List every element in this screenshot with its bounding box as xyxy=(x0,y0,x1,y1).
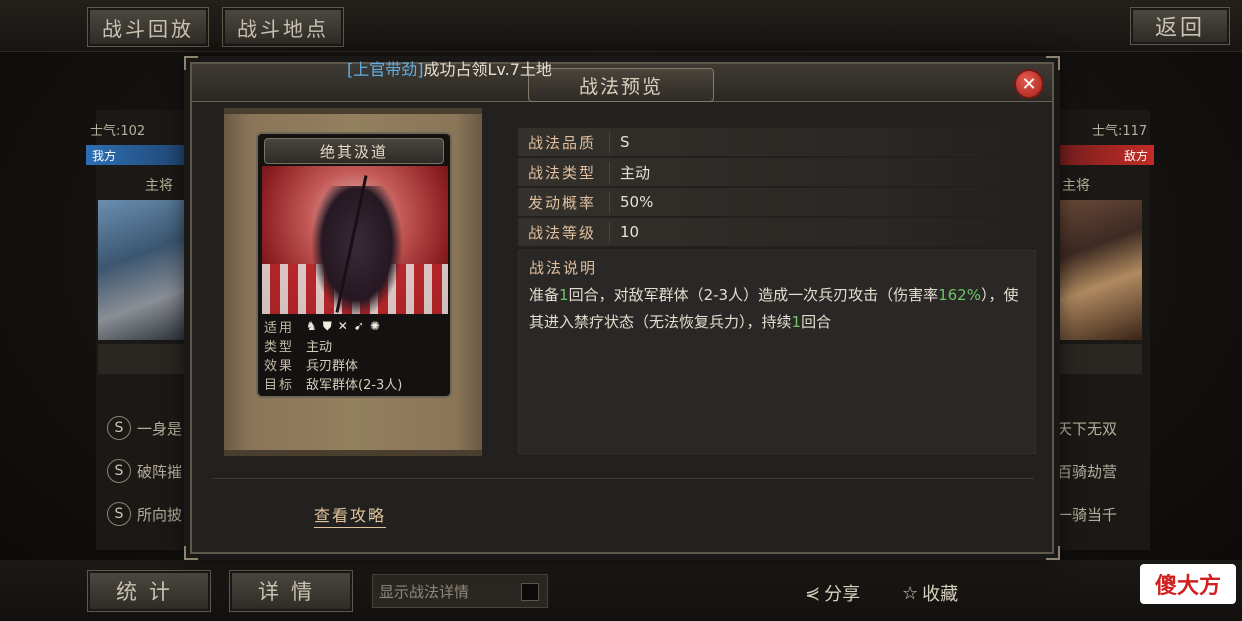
frame-corner xyxy=(184,546,198,560)
toggle-checkbox[interactable] xyxy=(521,583,539,601)
ally-troop-bar xyxy=(98,344,190,374)
warrior-silhouette xyxy=(312,186,402,314)
favorite-button[interactable]: ☆ 收藏 xyxy=(902,580,958,606)
battle-location-button[interactable]: 战斗地点 xyxy=(222,7,344,47)
card-info-key: 目标 xyxy=(264,378,295,393)
ally-tag: 我方 xyxy=(86,145,196,165)
ally-skill-2[interactable]: S 破阵摧 xyxy=(107,456,182,486)
enemy-skill-2[interactable]: 百骑劫营 xyxy=(1057,456,1117,486)
s-grade-icon: S xyxy=(107,416,131,440)
card-info-value: 敌军群体(2-3人) xyxy=(306,378,403,393)
card-info-row: 类型 主动 xyxy=(262,336,448,355)
statistics-button[interactable]: 统计 xyxy=(87,570,211,612)
description-title: 战法说明 xyxy=(529,259,598,277)
property-key: 战法等级 xyxy=(518,221,610,243)
property-quality: 战法品质 S xyxy=(518,128,1034,156)
player-name[interactable]: [上官带劲] xyxy=(347,60,424,79)
battle-log-message: [上官带劲]成功占领Lv.7土地 xyxy=(347,56,552,80)
card-info-value: 主动 xyxy=(306,340,333,355)
property-value: 主动 xyxy=(620,163,651,182)
skill-card-title: 绝其汲道 xyxy=(264,138,444,164)
skill-card-art xyxy=(262,166,448,314)
modal-divider xyxy=(212,478,1034,479)
skill-properties: 战法品质 S 战法类型 主动 发动概率 50% 战法等级 10 xyxy=(518,128,1034,248)
property-value: 10 xyxy=(620,223,640,241)
battle-replay-button[interactable]: 战斗回放 xyxy=(87,7,209,47)
property-trigger-rate: 发动概率 50% xyxy=(518,188,1034,216)
desc-highlight: 162% xyxy=(938,286,981,304)
property-level: 战法等级 10 xyxy=(518,218,1034,246)
skill-name: 一身是 xyxy=(137,419,183,438)
ally-general-label: 主将 xyxy=(145,178,173,194)
enemy-general-portrait[interactable] xyxy=(1052,200,1142,340)
card-info-row: 适用 ♞ ⛊ ✕ ➹ ✺ xyxy=(262,317,448,336)
card-info-key: 适用 xyxy=(264,321,295,336)
skill-name: 一骑当千 xyxy=(1057,505,1118,524)
archer-icon: ✕ xyxy=(337,319,348,333)
details-button[interactable]: 详情 xyxy=(229,570,353,612)
enemy-tag: 敌方 xyxy=(1050,145,1154,165)
ally-skill-3[interactable]: S 所向披 xyxy=(107,499,182,529)
property-key: 战法类型 xyxy=(518,161,610,183)
siege-icon: ✺ xyxy=(369,319,380,333)
watermark-logo: 傻大方 xyxy=(1140,564,1236,604)
share-label: 分享 xyxy=(824,584,861,605)
toggle-label: 显示战法详情 xyxy=(379,582,470,601)
view-guide-link[interactable]: 查看攻略 xyxy=(314,502,387,528)
s-grade-icon: S xyxy=(107,459,131,483)
share-button[interactable]: ⋞ 分享 xyxy=(805,580,860,606)
card-info-key: 类型 xyxy=(264,340,295,355)
shield-icon: ⛊ xyxy=(322,319,332,333)
property-type: 战法类型 主动 xyxy=(518,158,1034,186)
property-value: S xyxy=(620,133,630,151)
share-icon: ⋞ xyxy=(805,582,821,604)
spear-icon: ➹ xyxy=(353,319,364,333)
skill-card: 绝其汲道 适用 ♞ ⛊ ✕ ➹ ✺ 类型 主动 效果 兵刃群体 目标 敌军群体(… xyxy=(256,132,452,398)
enemy-skill-1[interactable]: 天下无双 xyxy=(1057,413,1117,443)
property-key: 发动概率 xyxy=(518,191,610,213)
cavalry-icon: ♞ xyxy=(306,319,317,333)
skill-preview-modal: 战法预览 ✕ 绝其汲道 适用 ♞ ⛊ ✕ ➹ ✺ 类型 主动 效果 兵刃群体 目… xyxy=(184,56,1060,560)
favorite-label: 收藏 xyxy=(922,584,959,605)
skill-description: 战法说明 准备1回合，对敌军群体（2-3人）造成一次兵刃攻击（伤害率162%），… xyxy=(518,250,1036,454)
desc-text-part: 回合，对敌军群体（2-3人）造成一次兵刃攻击（伤害率 xyxy=(568,286,939,304)
property-key: 战法品质 xyxy=(518,131,610,153)
enemy-troop-bar xyxy=(1052,344,1142,374)
skill-name: 破阵摧 xyxy=(137,462,183,481)
skill-name: 天下无双 xyxy=(1057,419,1118,438)
property-value: 50% xyxy=(620,193,654,211)
log-text: 成功占领Lv.7土地 xyxy=(423,60,552,79)
enemy-general-label: 主将 xyxy=(1062,178,1090,194)
s-grade-icon: S xyxy=(107,502,131,526)
desc-text-part: 回合 xyxy=(801,313,832,331)
skill-card-info: 适用 ♞ ⛊ ✕ ➹ ✺ 类型 主动 效果 兵刃群体 目标 敌军群体(2-3人) xyxy=(262,317,448,393)
desc-highlight: 1 xyxy=(559,286,569,304)
close-icon[interactable]: ✕ xyxy=(1014,69,1044,99)
enemy-skill-3[interactable]: 一骑当千 xyxy=(1057,499,1117,529)
card-info-row: 效果 兵刃群体 xyxy=(262,355,448,374)
ally-general-portrait[interactable] xyxy=(98,200,190,340)
description-text: 准备1回合，对敌军群体（2-3人）造成一次兵刃攻击（伤害率162%），使其进入禁… xyxy=(529,282,1025,336)
card-info-row: 目标 敌军群体(2-3人) xyxy=(262,374,448,393)
skill-name: 百骑劫营 xyxy=(1057,462,1118,481)
card-info-value: 兵刃群体 xyxy=(306,359,359,374)
star-icon: ☆ xyxy=(902,582,919,604)
show-skill-details-toggle[interactable]: 显示战法详情 xyxy=(372,574,548,608)
return-button[interactable]: 返回 xyxy=(1130,7,1230,45)
unit-type-icons: ♞ ⛊ ✕ ➹ ✺ xyxy=(306,319,380,334)
desc-text-part: 准备 xyxy=(529,286,560,304)
ally-morale: 士气:102 xyxy=(90,124,146,139)
frame-corner xyxy=(1046,546,1060,560)
ally-skill-1[interactable]: S 一身是 xyxy=(107,413,182,443)
modal-title: 战法预览 xyxy=(528,68,714,102)
skill-name: 所向披 xyxy=(137,505,183,524)
card-info-key: 效果 xyxy=(264,359,295,374)
desc-highlight: 1 xyxy=(791,313,802,331)
enemy-morale: 士气:117 xyxy=(1092,124,1148,139)
